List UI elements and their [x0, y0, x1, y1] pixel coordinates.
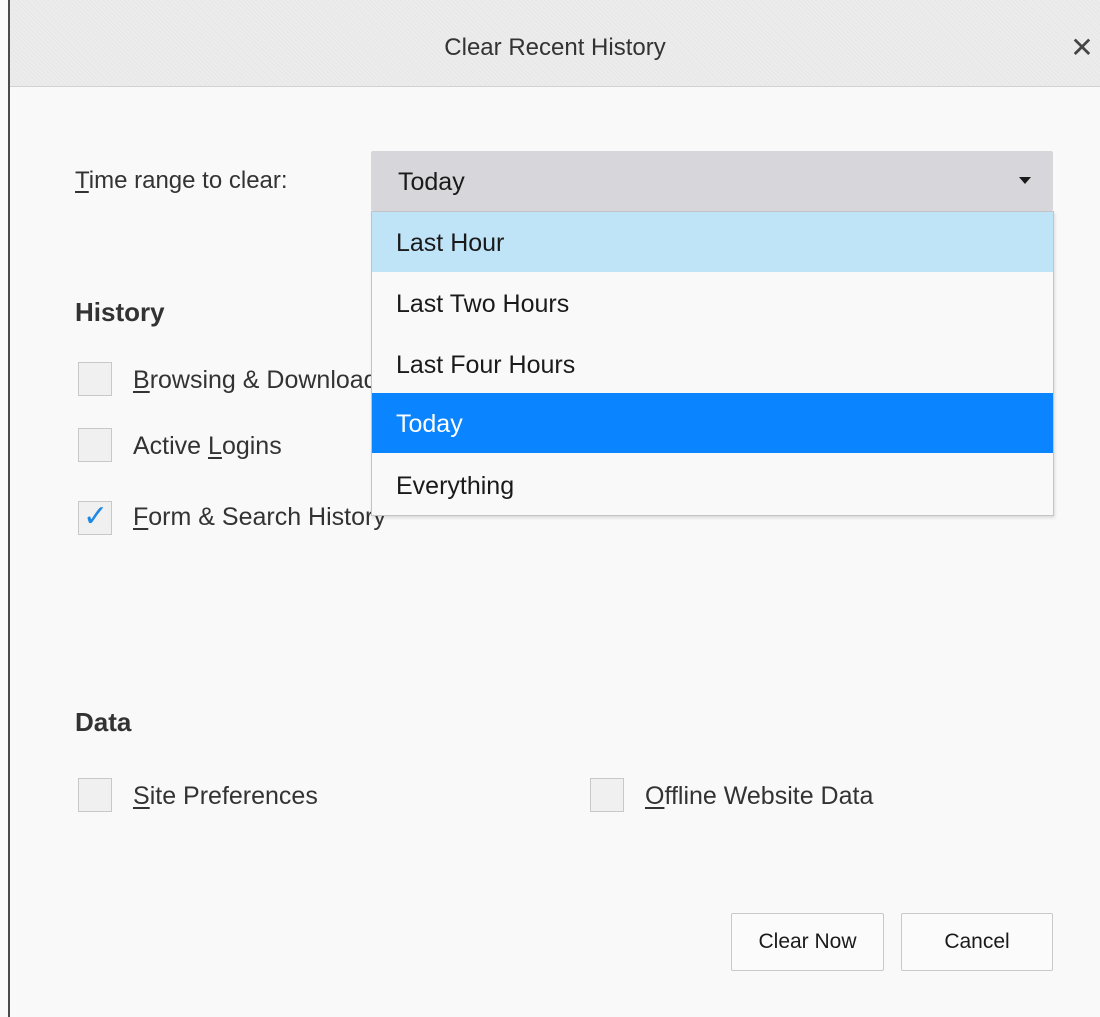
offline-data-label-text: ffline Website Data	[664, 782, 874, 810]
dialog-title: Clear Recent History	[444, 34, 666, 61]
site-preferences-label-text: ite Preferences	[149, 782, 318, 810]
dropdown-option-everything[interactable]: Everything	[372, 455, 1053, 515]
active-logins-label[interactable]: Active Logins	[133, 432, 282, 461]
browsing-download-history-checkbox[interactable]	[78, 362, 112, 396]
data-heading: Data	[75, 707, 132, 737]
offline-website-data-checkbox[interactable]	[590, 778, 624, 812]
offline-data-accesskey: O	[645, 782, 665, 810]
site-preferences-label[interactable]: Site Preferences	[133, 782, 318, 811]
active-logins-checkbox[interactable]	[78, 428, 112, 462]
time-range-label-text: ime range to clear:	[88, 167, 288, 194]
time-range-select[interactable]: Today	[371, 151, 1053, 211]
history-heading: History	[75, 297, 165, 327]
active-logins-label-text: ogins	[221, 432, 282, 460]
site-preferences-checkbox[interactable]	[78, 778, 112, 812]
dropdown-option-last-two-hours[interactable]: Last Two Hours	[372, 273, 1053, 333]
active-logins-accesskey: L	[208, 432, 222, 460]
close-icon[interactable]: ✕	[1064, 30, 1100, 66]
checkmark-icon: ✓	[83, 500, 109, 533]
title-bar: Clear Recent History ✕	[10, 0, 1100, 87]
dropdown-option-last-four-hours[interactable]: Last Four Hours	[372, 334, 1053, 394]
site-preferences-accesskey: S	[133, 782, 150, 810]
cancel-button[interactable]: Cancel	[901, 913, 1053, 971]
clear-now-button[interactable]: Clear Now	[731, 913, 884, 971]
dropdown-option-last-hour[interactable]: Last Hour	[372, 212, 1053, 272]
form-search-accesskey: F	[133, 503, 149, 531]
time-range-dropdown-list: Last Hour Last Two Hours Last Four Hours…	[371, 211, 1054, 516]
time-range-label: Time range to clear:	[75, 167, 288, 195]
dropdown-arrow-icon	[1019, 177, 1031, 184]
form-search-label-text: orm & Search History	[148, 503, 386, 531]
form-search-history-label[interactable]: Form & Search History	[133, 503, 386, 532]
clear-history-dialog: Clear Recent History ✕ Time range to cle…	[0, 0, 1100, 1017]
window-left-border	[8, 0, 10, 1017]
dropdown-option-today[interactable]: Today	[372, 393, 1053, 453]
offline-website-data-label[interactable]: Offline Website Data	[645, 782, 873, 811]
time-range-label-accesskey: T	[75, 167, 89, 194]
browsing-accesskey: B	[133, 366, 150, 394]
time-range-selected-value: Today	[398, 168, 465, 196]
active-logins-label-pre: Active	[133, 432, 209, 460]
form-search-history-checkbox[interactable]: ✓	[78, 500, 112, 535]
